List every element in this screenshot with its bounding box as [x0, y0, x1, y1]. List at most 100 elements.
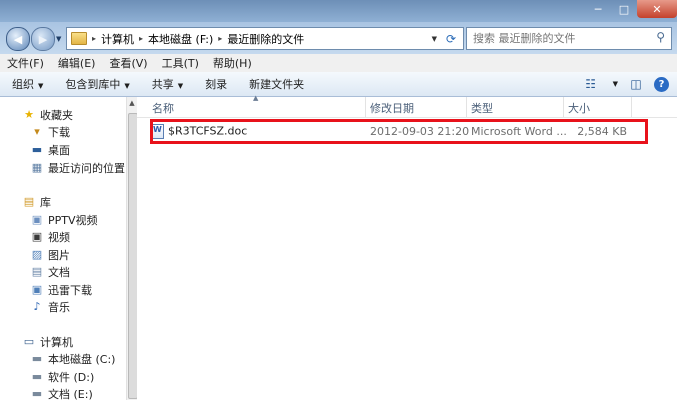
address-row: ◀ ▶ ▼ ▸ 计算机 ▸ 本地磁盘 (F:) ▸ 最近删除的文件 ▼ ⟳ ⚲: [0, 22, 677, 54]
preview-pane-icon[interactable]: ◫: [628, 76, 644, 92]
picture-library-icon: ▨: [31, 248, 43, 261]
nav-downloads-label: 下载: [48, 126, 70, 139]
title-bar: ─ □ ✕: [0, 0, 677, 22]
nav-item-drive-e[interactable]: ▬ 文档 (E:): [30, 386, 93, 400]
nav-desktop-label: 桌面: [48, 144, 70, 157]
close-button[interactable]: ✕: [637, 0, 677, 18]
computer-icon: ▭: [23, 335, 35, 348]
nav-pictures-label: 图片: [48, 249, 70, 262]
nav-item-desktop[interactable]: ▬ 桌面: [30, 142, 70, 158]
drive-icon: ▬: [31, 387, 43, 400]
nav-item-pictures[interactable]: ▨ 图片: [30, 247, 70, 263]
pptv-library-icon: ▣: [31, 213, 43, 226]
nav-item-documents[interactable]: ▤ 文档: [30, 264, 70, 280]
command-toolbar: 组织 ▼ 包含到库中 ▼ 共享 ▼ 刻录 新建文件夹 ☷ ▼ ◫ ?: [0, 72, 677, 97]
nav-item-drive-d[interactable]: ▬ 软件 (D:): [30, 369, 94, 385]
organize-label: 组织: [12, 78, 34, 91]
search-box[interactable]: ⚲: [466, 27, 672, 50]
forward-arrow-icon: ▶: [38, 32, 48, 46]
breadcrumb-recent-deleted[interactable]: 最近删除的文件: [224, 31, 307, 47]
nav-libraries-label: 库: [40, 196, 51, 209]
navigation-pane: ★ 收藏夹 ▾ 下载 ▬ 桌面 ▦ 最近访问的位置 ▤ 库 ▣ PPTV视频 ▣ 视频 ▨ 图片…: [0, 97, 127, 400]
star-icon: ★: [24, 108, 34, 121]
recent-places-icon: ▦: [31, 161, 43, 174]
nav-item-music[interactable]: ♪ 音乐: [30, 299, 70, 315]
column-header-modified[interactable]: 修改日期: [366, 97, 467, 117]
library-icon: ▤: [23, 195, 35, 208]
menu-help[interactable]: 帮助(H): [206, 55, 259, 71]
nav-videos-label: 视频: [48, 231, 70, 244]
burn-button[interactable]: 刻录: [193, 76, 237, 92]
navigation-scrollbar[interactable]: ▲: [126, 97, 138, 400]
menu-file[interactable]: 文件(F): [0, 55, 51, 71]
nav-libraries[interactable]: ▤ 库: [22, 194, 51, 210]
nav-item-videos[interactable]: ▣ 视频: [30, 229, 70, 245]
column-header-row: ▲ 名称 修改日期 类型 大小: [137, 94, 677, 118]
maximize-button[interactable]: □: [611, 0, 637, 18]
address-bar[interactable]: ▸ 计算机 ▸ 本地磁盘 (F:) ▸ 最近删除的文件 ▼ ⟳: [66, 27, 464, 50]
nav-thunder-label: 迅雷下载: [48, 284, 92, 297]
sort-ascending-icon: ▲: [253, 94, 259, 102]
chevron-right-icon[interactable]: ▸: [90, 34, 98, 43]
nav-computer[interactable]: ▭ 计算机: [22, 334, 73, 350]
folder-icon: [71, 32, 87, 45]
search-input[interactable]: [471, 31, 645, 46]
refresh-icon[interactable]: ⟳: [446, 32, 456, 46]
menu-view[interactable]: 查看(V): [102, 55, 154, 71]
share-label: 共享: [151, 78, 174, 91]
back-button[interactable]: ◀: [6, 27, 30, 51]
nav-item-thunder-downloads[interactable]: ▣ 迅雷下载: [30, 282, 92, 298]
menu-edit[interactable]: 编辑(E): [51, 55, 103, 71]
column-header-type[interactable]: 类型: [467, 97, 564, 117]
view-dropdown-icon[interactable]: ▼: [613, 80, 618, 88]
nav-item-downloads[interactable]: ▾ 下载: [30, 124, 70, 140]
organize-button[interactable]: 组织 ▼: [0, 76, 53, 92]
nav-favorites[interactable]: ★ 收藏夹: [22, 107, 73, 123]
chevron-right-icon[interactable]: ▸: [137, 34, 145, 43]
view-options-icon[interactable]: ☷: [583, 76, 599, 92]
address-dropdown-icon[interactable]: ▼: [432, 35, 437, 43]
include-library-label: 包含到库中: [65, 78, 121, 91]
back-arrow-icon: ◀: [13, 32, 23, 46]
dropdown-arrow-icon: ▼: [38, 82, 44, 90]
thunder-library-icon: ▣: [31, 283, 43, 296]
nav-item-recent-places[interactable]: ▦ 最近访问的位置: [30, 160, 125, 176]
nav-drive-d-label: 软件 (D:): [48, 371, 95, 384]
drive-icon: ▬: [31, 370, 43, 383]
nav-pptv-label: PPTV视频: [48, 214, 98, 227]
nav-drive-e-label: 文档 (E:): [48, 388, 93, 400]
minimize-button[interactable]: ─: [585, 0, 611, 18]
nav-computer-label: 计算机: [40, 336, 73, 349]
breadcrumb-drive-f[interactable]: 本地磁盘 (F:): [145, 31, 216, 47]
music-note-icon: ♪: [33, 300, 41, 313]
column-header-name[interactable]: ▲ 名称: [137, 94, 366, 117]
breadcrumb-computer[interactable]: 计算机: [98, 31, 137, 47]
toolbar-right: ☷ ▼ ◫ ?: [583, 76, 669, 92]
new-folder-button[interactable]: 新建文件夹: [237, 76, 314, 92]
desktop-icon: ▬: [31, 143, 43, 156]
nav-item-drive-c[interactable]: ▬ 本地磁盘 (C:): [30, 351, 116, 367]
share-button[interactable]: 共享 ▼: [140, 76, 193, 92]
search-icon[interactable]: ⚲: [656, 30, 665, 44]
chevron-right-icon[interactable]: ▸: [216, 34, 224, 43]
window-controls: ─ □ ✕: [585, 0, 677, 18]
menu-tools[interactable]: 工具(T): [155, 55, 206, 71]
nav-item-pptv[interactable]: ▣ PPTV视频: [30, 212, 98, 228]
forward-button[interactable]: ▶: [31, 27, 55, 51]
help-icon[interactable]: ?: [654, 76, 669, 92]
dropdown-arrow-icon: ▼: [177, 82, 184, 90]
nav-recent-label: 最近访问的位置: [48, 162, 125, 175]
video-library-icon: ▣: [31, 230, 43, 243]
scroll-up-icon[interactable]: ▲: [127, 99, 137, 107]
download-folder-icon: ▾: [34, 125, 40, 138]
nav-drive-c-label: 本地磁盘 (C:): [48, 353, 116, 366]
nav-documents-label: 文档: [48, 266, 70, 279]
dropdown-arrow-icon: ▼: [124, 82, 130, 90]
include-in-library-button[interactable]: 包含到库中 ▼: [53, 76, 139, 92]
menu-bar: 文件(F) 编辑(E) 查看(V) 工具(T) 帮助(H): [0, 54, 677, 73]
column-header-size[interactable]: 大小: [564, 97, 632, 117]
recent-pages-dropdown[interactable]: ▼: [56, 35, 61, 43]
column-name-label: 名称: [152, 102, 174, 115]
nav-favorites-label: 收藏夹: [40, 109, 73, 122]
document-library-icon: ▤: [31, 265, 43, 278]
